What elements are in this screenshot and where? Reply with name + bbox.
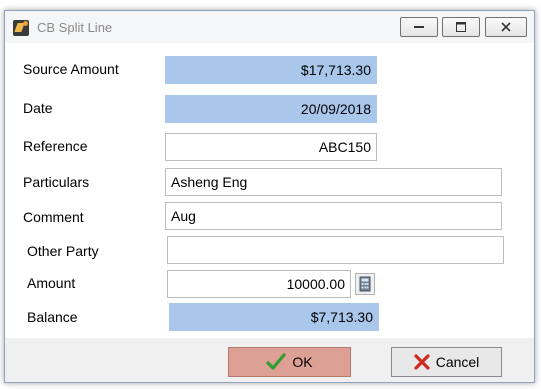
minimize-button[interactable]: [400, 17, 438, 37]
ok-button-label: OK: [292, 354, 313, 370]
checkmark-icon: [266, 353, 286, 370]
cancel-button[interactable]: Cancel: [391, 347, 502, 377]
title-bar[interactable]: CB Split Line: [5, 11, 534, 43]
cancel-button-label: Cancel: [435, 354, 480, 370]
button-bar: OK Cancel: [5, 338, 534, 382]
date-field: 20/09/2018: [165, 95, 377, 123]
ok-button[interactable]: OK: [228, 347, 351, 377]
reference-label: Reference: [23, 138, 88, 154]
balance-field: $7,713.30: [169, 303, 379, 331]
close-button[interactable]: [485, 17, 527, 37]
window-title: CB Split Line: [37, 20, 113, 35]
reference-input[interactable]: ABC150: [165, 133, 377, 161]
minimize-icon: [414, 26, 424, 28]
maximize-button[interactable]: [442, 17, 480, 37]
calculator-icon: [359, 276, 371, 292]
source-amount-label: Source Amount: [23, 61, 119, 77]
comment-label: Comment: [23, 209, 84, 225]
close-icon: [501, 22, 511, 32]
cancel-x-icon: [414, 354, 430, 370]
split-line-dialog: CB Split Line Source Amount $17,713.30 D…: [4, 10, 535, 383]
date-label: Date: [23, 100, 53, 116]
calculator-button[interactable]: [355, 273, 375, 295]
amount-label: Amount: [27, 275, 76, 291]
particulars-input[interactable]: Asheng Eng: [165, 168, 502, 196]
particulars-label: Particulars: [23, 174, 90, 190]
form-area: Source Amount $17,713.30 Date 20/09/2018…: [5, 43, 534, 338]
source-amount-field: $17,713.30: [165, 56, 377, 84]
maximize-icon: [456, 22, 466, 32]
other-party-label: Other Party: [27, 243, 99, 259]
other-party-input[interactable]: [167, 236, 504, 264]
app-icon: [13, 20, 29, 36]
balance-label: Balance: [27, 309, 78, 325]
amount-input[interactable]: 10000.00: [167, 270, 351, 298]
comment-input[interactable]: Aug: [165, 202, 502, 230]
